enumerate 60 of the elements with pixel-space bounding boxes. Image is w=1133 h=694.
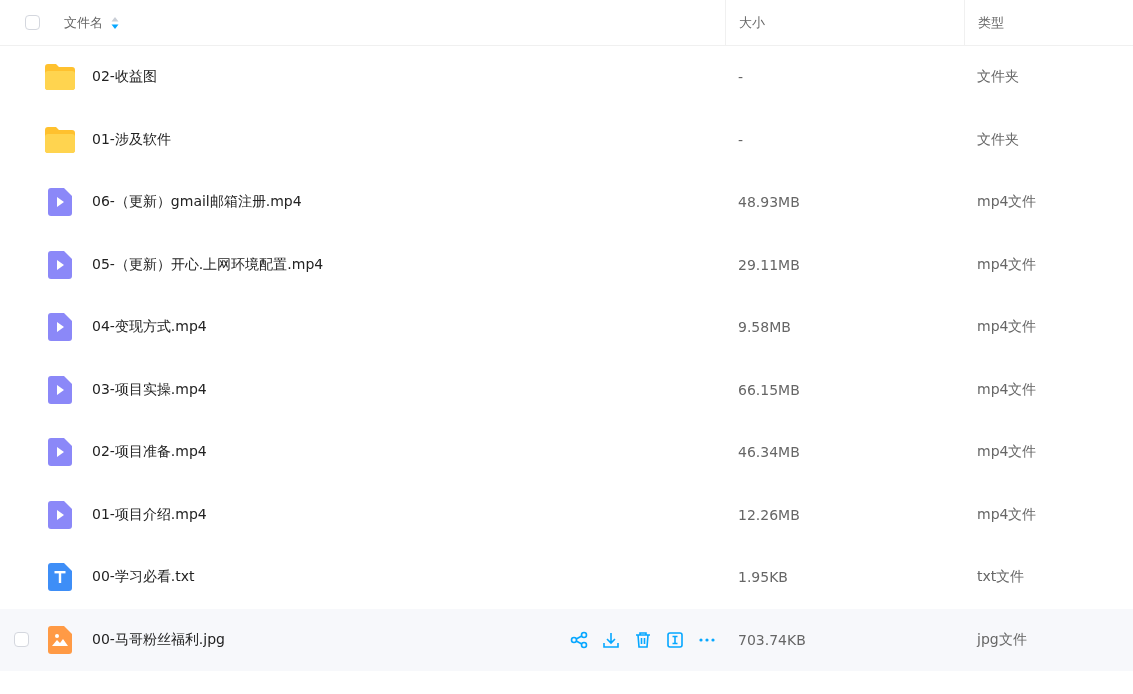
file-type: txt文件 xyxy=(977,568,1025,587)
file-row[interactable]: 05-（更新）开心.上网环境配置.mp4 29.11MB mp4文件 xyxy=(0,233,1133,296)
column-header[interactable]: 文件名 xyxy=(64,13,103,32)
file-name[interactable]: 02-收益图 xyxy=(92,68,157,87)
video-file-icon xyxy=(48,250,72,279)
file-row[interactable]: 00-学习必看.txt 1.95KB txt文件 xyxy=(0,546,1133,609)
image-file-icon xyxy=(48,625,72,654)
file-name[interactable]: 00-马哥粉丝福利.jpg xyxy=(92,630,225,649)
file-size: - xyxy=(738,131,744,148)
file-name[interactable]: 00-学习必看.txt xyxy=(92,568,195,587)
file-size: 46.34MB xyxy=(738,444,800,461)
file-type: mp4文件 xyxy=(977,193,1037,212)
sort-icon[interactable] xyxy=(111,15,119,30)
file-type: jpg文件 xyxy=(977,630,1027,649)
file-row[interactable]: 03-项目实操.mp4 66.15MB mp4文件 xyxy=(0,358,1133,421)
file-type: mp4文件 xyxy=(977,318,1037,337)
file-row[interactable]: 04-变现方式.mp4 9.58MB mp4文件 xyxy=(0,296,1133,359)
video-file-icon xyxy=(48,438,72,467)
file-name[interactable]: 02-项目准备.mp4 xyxy=(92,443,207,462)
delete-icon[interactable] xyxy=(634,630,652,649)
file-row[interactable]: 02-项目准备.mp4 46.34MB mp4文件 xyxy=(0,421,1133,484)
file-type: mp4文件 xyxy=(977,380,1037,399)
text-file-icon xyxy=(48,563,72,592)
file-size: 66.15MB xyxy=(738,381,800,398)
file-size: 29.11MB xyxy=(738,256,800,273)
file-name[interactable]: 01-涉及软件 xyxy=(92,130,171,149)
file-size: - xyxy=(738,69,744,86)
file-name[interactable]: 04-变现方式.mp4 xyxy=(92,318,207,337)
file-type: mp4文件 xyxy=(977,255,1037,274)
file-name[interactable]: 01-项目介绍.mp4 xyxy=(92,505,207,524)
file-size: 9.58MB xyxy=(738,319,791,336)
file-size: 48.93MB xyxy=(738,194,800,211)
video-file-icon xyxy=(48,188,72,217)
file-size: 12.26MB xyxy=(738,506,800,523)
select-all-checkbox[interactable] xyxy=(25,15,40,30)
file-size: 1.95KB xyxy=(738,569,788,586)
file-name[interactable]: 06-（更新）gmail邮箱注册.mp4 xyxy=(92,193,302,212)
file-type: 文件夹 xyxy=(977,130,1019,149)
folder-icon xyxy=(45,64,75,91)
file-name[interactable]: 05-（更新）开心.上网环境配置.mp4 xyxy=(92,255,324,274)
file-row[interactable]: 02-收益图 - 文件夹 xyxy=(0,46,1133,109)
file-row[interactable]: 01-项目介绍.mp4 12.26MB mp4文件 xyxy=(0,483,1133,546)
column-header[interactable]: 类型 xyxy=(978,13,1004,32)
file-row[interactable]: 06-（更新）gmail邮箱注册.mp4 48.93MB mp4文件 xyxy=(0,171,1133,234)
video-file-icon xyxy=(48,375,72,404)
video-file-icon xyxy=(48,500,72,529)
rename-icon[interactable] xyxy=(666,630,684,649)
file-row[interactable]: 00-马哥粉丝福利.jpg 703.74KB jpg文件 xyxy=(0,608,1133,671)
file-size: 703.74KB xyxy=(738,631,806,648)
row-checkbox[interactable] xyxy=(13,632,29,648)
file-name[interactable]: 03-项目实操.mp4 xyxy=(92,380,207,399)
column-header[interactable]: 大小 xyxy=(739,13,765,32)
video-file-icon xyxy=(48,313,72,342)
share-icon[interactable] xyxy=(570,630,588,649)
file-type: mp4文件 xyxy=(977,443,1037,462)
file-type: 文件夹 xyxy=(977,68,1019,87)
folder-icon xyxy=(45,126,75,153)
file-row[interactable]: 01-涉及软件 - 文件夹 xyxy=(0,108,1133,171)
download-icon[interactable] xyxy=(602,630,620,649)
file-type: mp4文件 xyxy=(977,505,1037,524)
